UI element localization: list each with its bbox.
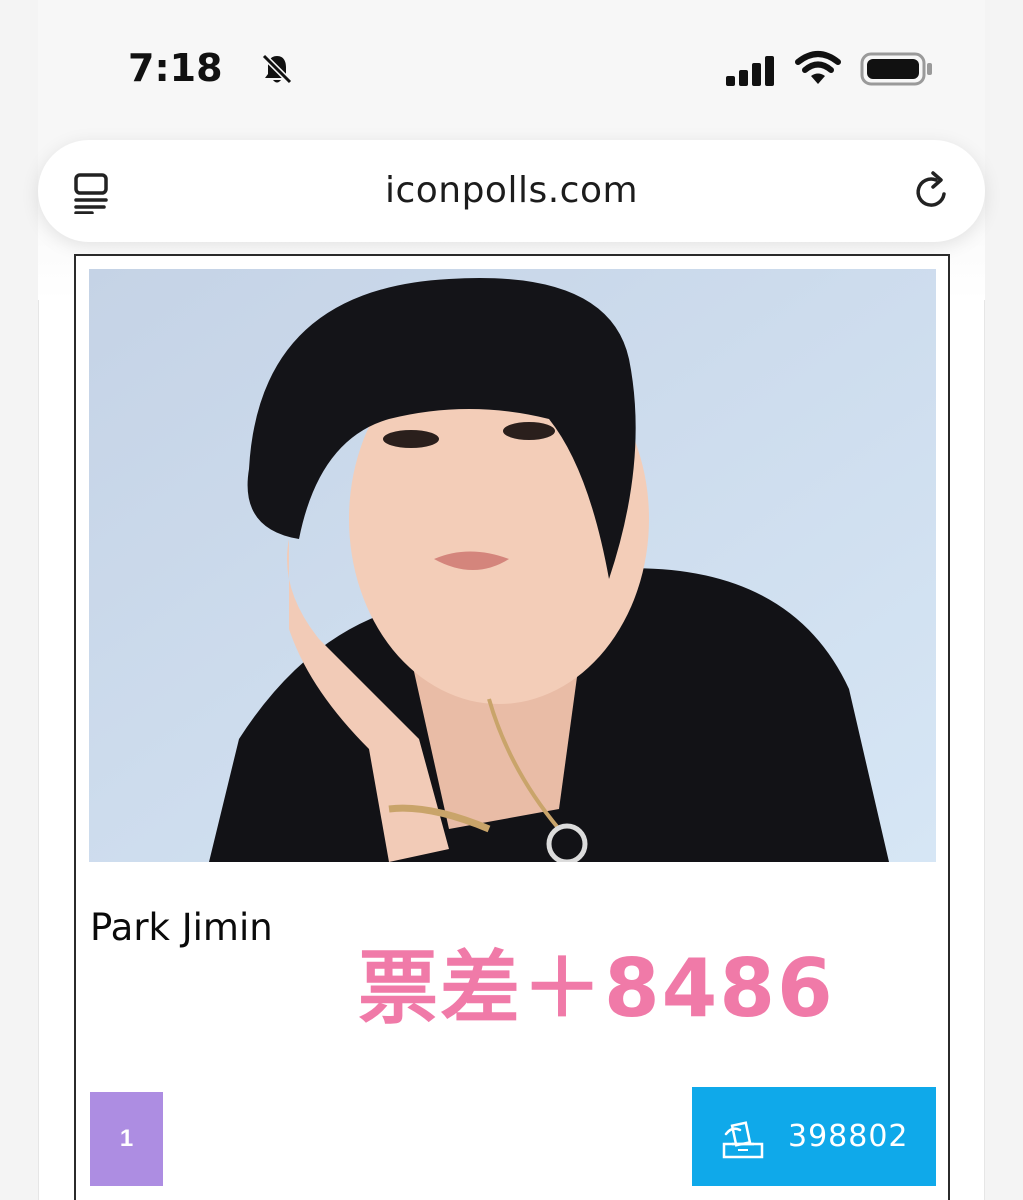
rank-badge: 1 <box>90 1092 163 1186</box>
candidate-name: Park Jimin <box>90 906 273 949</box>
vote-difference-overlay: 票差＋8486 <box>358 942 835 1035</box>
url-text[interactable]: iconpolls.com <box>38 170 985 211</box>
vote-count: 398802 <box>788 1119 909 1154</box>
cellular-signal-icon <box>726 56 774 86</box>
candidate-card: Park Jimin 票差＋8486 1 398802 <box>74 254 950 1200</box>
candidate-photo <box>89 269 936 862</box>
ballot-box-icon <box>722 1120 764 1158</box>
bell-slash-icon <box>261 53 293 85</box>
status-time: 7:18 <box>128 46 223 90</box>
device-frame-left <box>0 0 39 1200</box>
address-bar[interactable]: iconpolls.com <box>38 140 985 242</box>
wifi-icon <box>795 51 841 84</box>
reload-icon[interactable] <box>911 170 953 212</box>
device-frame-right <box>984 0 1023 1200</box>
vote-button[interactable]: 398802 <box>692 1087 936 1186</box>
battery-icon <box>860 52 932 86</box>
status-bar: 7:18 <box>38 0 985 130</box>
